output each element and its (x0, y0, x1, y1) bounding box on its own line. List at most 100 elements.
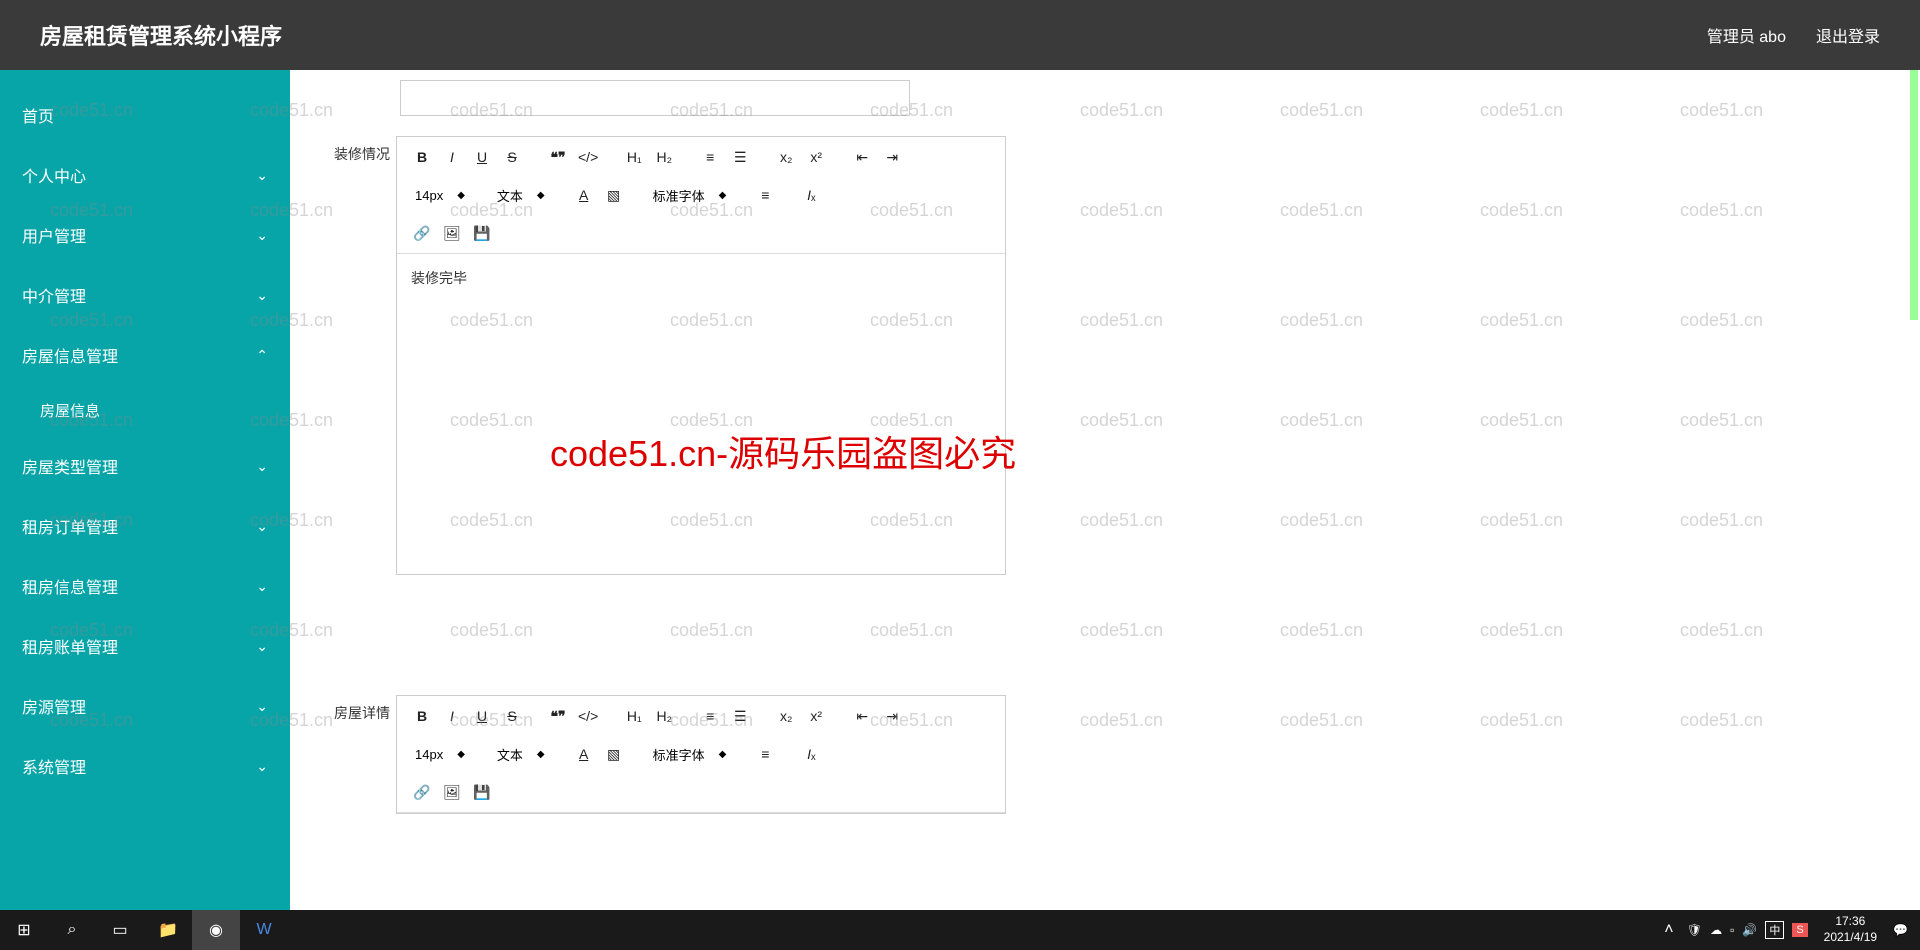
image-icon[interactable]: 🖼 (439, 780, 465, 804)
sidebar-item-label: 首页 (22, 103, 54, 127)
windows-taskbar: ⊞ ⌕ ▭ 📁 ◉ W ˄ 🛡 ☁ ▫ 🔊 中 S 17:36 2021/4/1… (0, 910, 1920, 950)
fontsize-select[interactable]: 14px◆ (409, 747, 471, 762)
subscript-icon[interactable]: x₂ (773, 704, 799, 728)
code-icon[interactable]: </> (575, 704, 601, 728)
notification-icon[interactable]: 💬 (1893, 923, 1908, 937)
sidebar-item-label: 租房信息管理 (22, 574, 118, 598)
sidebar-item-home[interactable]: 首页 (0, 85, 290, 145)
fontcolor-icon[interactable]: A (571, 742, 597, 766)
sidebar-subitem-house-info[interactable]: 房屋信息 (0, 385, 290, 436)
editor-content-1[interactable]: 装修完毕 (397, 254, 1005, 574)
sidebar-item-user-mgmt[interactable]: 用户管理 ⌄ (0, 205, 290, 265)
user-label[interactable]: 管理员 abo (1707, 23, 1786, 47)
form-row-prev (400, 80, 1890, 116)
sidebar-item-rent-order-mgmt[interactable]: 租房订单管理 ⌄ (0, 496, 290, 556)
link-icon[interactable]: 🔗 (409, 221, 435, 245)
logout-link[interactable]: 退出登录 (1816, 23, 1880, 47)
richtext-editor-1: B I U S ❝❞ </> H₁ H₂ ≡ ☰ x₂ x² (396, 136, 1006, 575)
sidebar-item-profile[interactable]: 个人中心 ⌄ (0, 145, 290, 205)
sidebar-item-label: 房屋信息管理 (22, 343, 118, 367)
indent-icon[interactable]: ⇤ (849, 145, 875, 169)
h1-icon[interactable]: H₁ (621, 704, 647, 728)
unordered-list-icon[interactable]: ☰ (727, 704, 753, 728)
richtext-editor-2: B I U S ❝❞ </> H₁ H₂ ≡ ☰ x₂ x² (396, 695, 1006, 814)
tray-icon[interactable]: ☁ (1710, 923, 1722, 937)
clear-format-icon[interactable]: Iₓ (798, 183, 824, 207)
h2-icon[interactable]: H₂ (651, 145, 677, 169)
explorer-icon[interactable]: 📁 (144, 910, 192, 950)
underline-icon[interactable]: U (469, 704, 495, 728)
italic-icon[interactable]: I (439, 145, 465, 169)
clock[interactable]: 17:36 2021/4/19 (1816, 914, 1885, 945)
fontsize-select[interactable]: 14px◆ (409, 188, 471, 203)
link-icon[interactable]: 🔗 (409, 780, 435, 804)
sidebar-item-label: 用户管理 (22, 223, 86, 247)
h2-icon[interactable]: H₂ (651, 704, 677, 728)
prev-input[interactable] (400, 80, 910, 116)
outdent-icon[interactable]: ⇥ (879, 145, 905, 169)
bold-icon[interactable]: B (409, 145, 435, 169)
superscript-icon[interactable]: x² (803, 145, 829, 169)
sidebar-item-listing-mgmt[interactable]: 房源管理 ⌄ (0, 676, 290, 736)
subscript-icon[interactable]: x₂ (773, 145, 799, 169)
fontfamily-select[interactable]: 标准字体◆ (647, 186, 733, 205)
taskview-icon[interactable]: ▭ (96, 910, 144, 950)
texttype-select[interactable]: 文本◆ (491, 745, 551, 764)
sidebar-item-rent-bill-mgmt[interactable]: 租房账单管理 ⌄ (0, 616, 290, 676)
editor-toolbar-2: B I U S ❝❞ </> H₁ H₂ ≡ ☰ x₂ x² (397, 696, 1005, 813)
fontfamily-select[interactable]: 标准字体◆ (647, 745, 733, 764)
bgcolor-icon[interactable]: ▧ (601, 183, 627, 207)
code-icon[interactable]: </> (575, 145, 601, 169)
fontcolor-icon[interactable]: A (571, 183, 597, 207)
quote-icon[interactable]: ❝❞ (545, 704, 571, 728)
sidebar-item-house-type-mgmt[interactable]: 房屋类型管理 ⌄ (0, 436, 290, 496)
sidebar-item-rent-info-mgmt[interactable]: 租房信息管理 ⌄ (0, 556, 290, 616)
time-text: 17:36 (1824, 914, 1877, 930)
sidebar-item-label: 系统管理 (22, 754, 86, 778)
save-icon[interactable]: 💾 (469, 780, 495, 804)
label-detail: 房屋详情 (320, 695, 390, 723)
image-icon[interactable]: 🖼 (439, 221, 465, 245)
italic-icon[interactable]: I (439, 704, 465, 728)
sidebar-item-label: 个人中心 (22, 163, 86, 187)
battery-icon[interactable]: ▫ (1730, 923, 1734, 937)
sogou-icon[interactable]: S (1792, 923, 1807, 937)
bold-icon[interactable]: B (409, 704, 435, 728)
chevron-down-icon: ⌄ (256, 638, 268, 655)
editor-toolbar-1: B I U S ❝❞ </> H₁ H₂ ≡ ☰ x₂ x² (397, 137, 1005, 254)
h1-icon[interactable]: H₁ (621, 145, 647, 169)
volume-icon[interactable]: 🔊 (1742, 923, 1757, 937)
ordered-list-icon[interactable]: ≡ (697, 704, 723, 728)
superscript-icon[interactable]: x² (803, 704, 829, 728)
indent-icon[interactable]: ⇤ (849, 704, 875, 728)
quote-icon[interactable]: ❝❞ (545, 145, 571, 169)
word-icon[interactable]: W (240, 910, 288, 950)
strike-icon[interactable]: S (499, 704, 525, 728)
align-icon[interactable]: ≡ (752, 742, 778, 766)
underline-icon[interactable]: U (469, 145, 495, 169)
label-decoration: 装修情况 (320, 136, 390, 164)
sidebar-item-agent-mgmt[interactable]: 中介管理 ⌄ (0, 265, 290, 325)
ime-indicator[interactable]: 中 (1765, 921, 1784, 939)
outdent-icon[interactable]: ⇥ (879, 704, 905, 728)
start-icon[interactable]: ⊞ (0, 910, 48, 950)
taskbar-right: ˄ 🛡 ☁ ▫ 🔊 中 S 17:36 2021/4/19 💬 (1659, 910, 1920, 950)
unordered-list-icon[interactable]: ☰ (727, 145, 753, 169)
sidebar-item-house-info-mgmt[interactable]: 房屋信息管理 ⌃ (0, 325, 290, 385)
clear-format-icon[interactable]: Iₓ (798, 742, 824, 766)
chevron-down-icon: ⌄ (256, 227, 268, 244)
tray-up-icon[interactable]: ˄ (1659, 910, 1679, 950)
chrome-icon[interactable]: ◉ (192, 910, 240, 950)
chevron-down-icon: ⌄ (256, 578, 268, 595)
strike-icon[interactable]: S (499, 145, 525, 169)
chevron-down-icon: ⌄ (256, 167, 268, 184)
tray-icon[interactable]: 🛡 (1687, 923, 1702, 937)
scrollbar[interactable] (1910, 70, 1918, 320)
search-icon[interactable]: ⌕ (48, 910, 96, 950)
texttype-select[interactable]: 文本◆ (491, 186, 551, 205)
bgcolor-icon[interactable]: ▧ (601, 742, 627, 766)
save-icon[interactable]: 💾 (469, 221, 495, 245)
sidebar-item-system-mgmt[interactable]: 系统管理 ⌄ (0, 736, 290, 796)
ordered-list-icon[interactable]: ≡ (697, 145, 723, 169)
align-icon[interactable]: ≡ (752, 183, 778, 207)
